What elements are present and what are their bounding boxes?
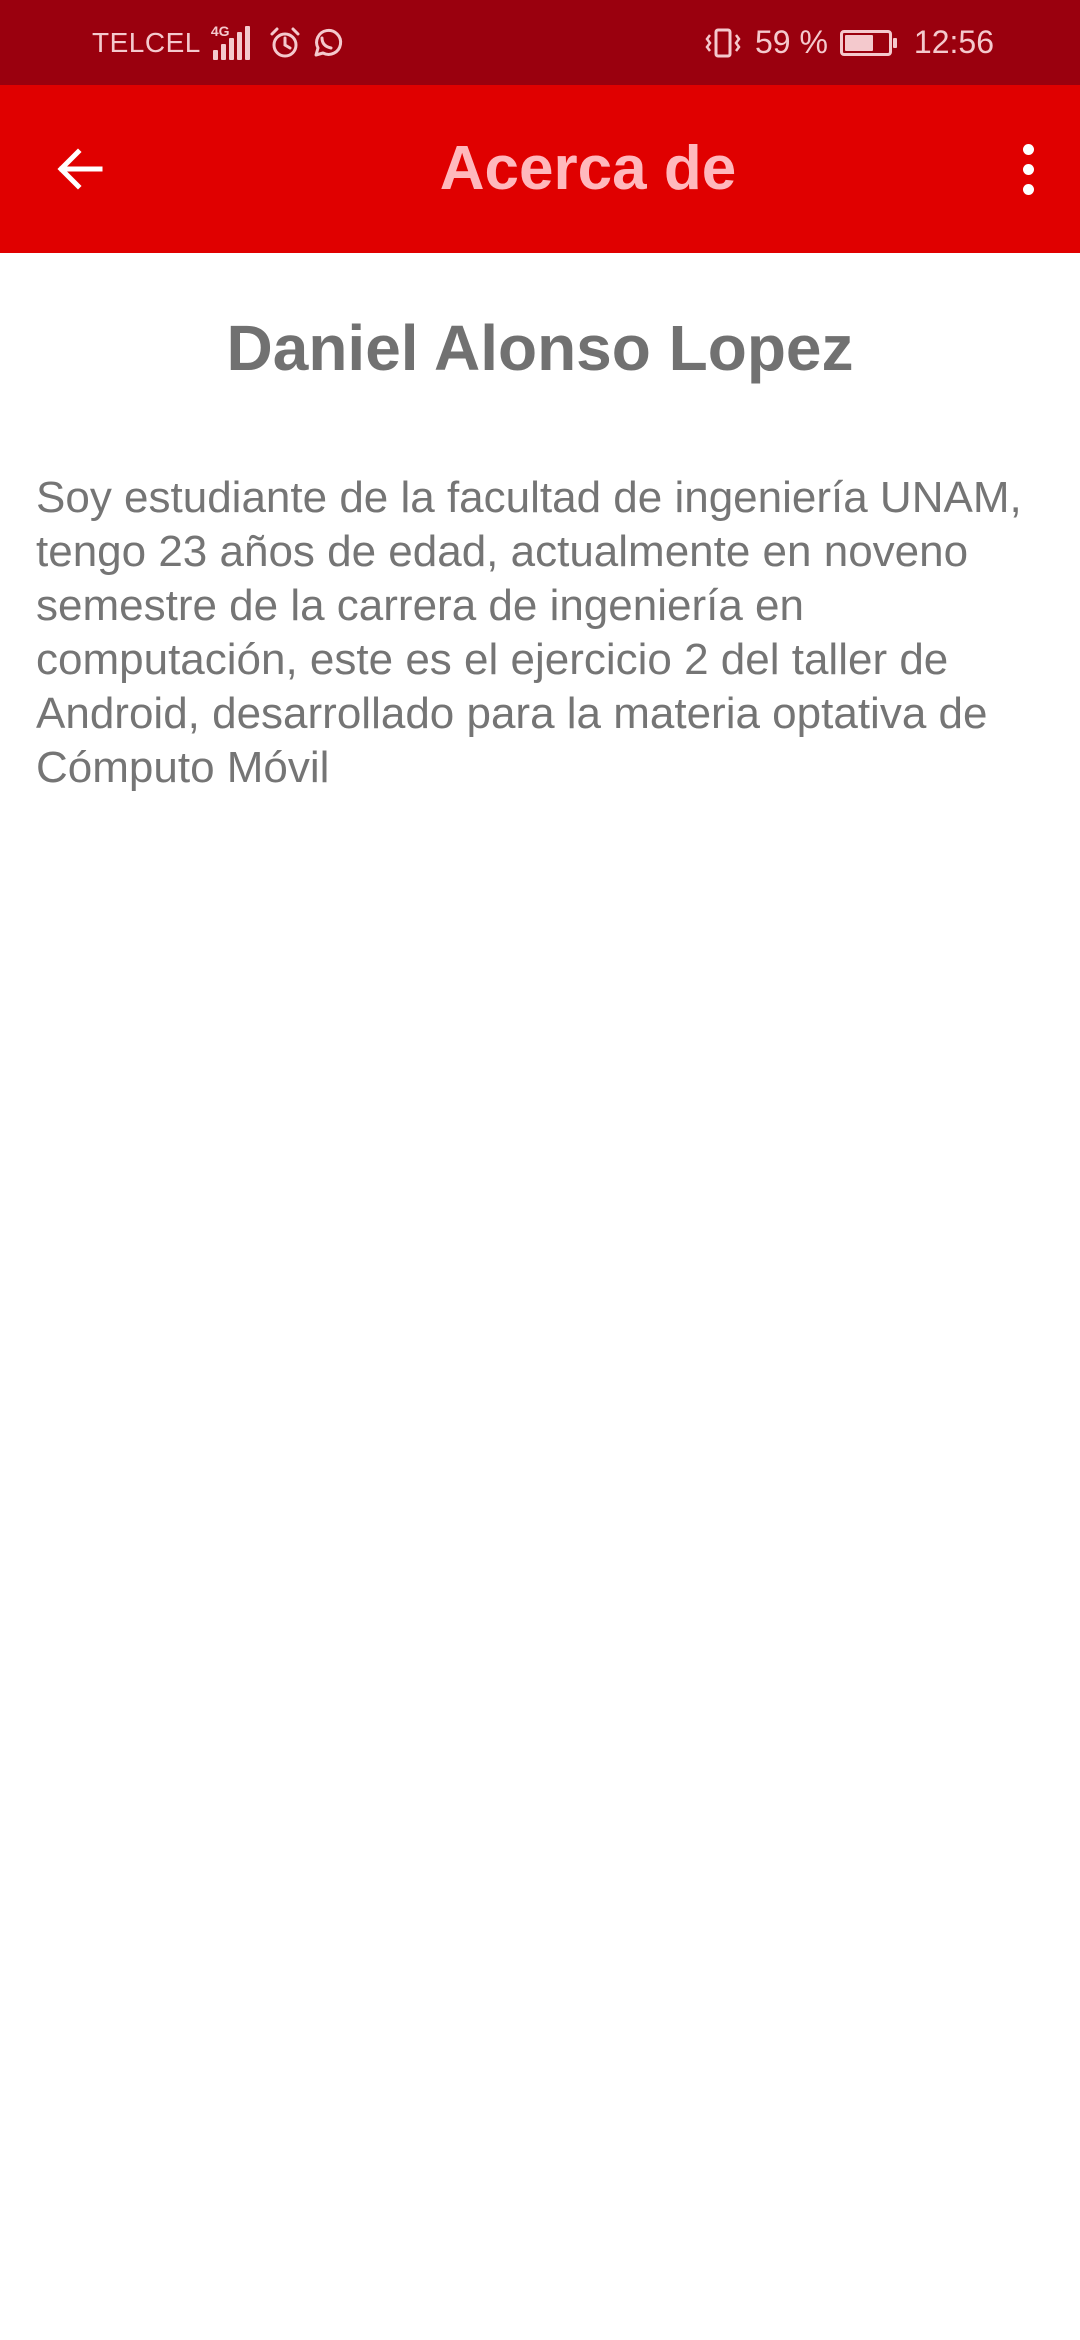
network-type: 4G bbox=[210, 22, 230, 39]
page-title-text: Acerca de bbox=[439, 134, 737, 203]
page-title: Acerca de bbox=[0, 85, 1080, 253]
alarm-icon bbox=[268, 26, 302, 60]
more-vertical-dot bbox=[1022, 183, 1034, 195]
more-vertical-dot bbox=[1022, 163, 1034, 175]
whatsapp-icon bbox=[310, 26, 344, 60]
more-vertical-icon bbox=[1022, 143, 1034, 155]
author-description: Soy estudiante de la facultad de ingenie… bbox=[36, 473, 1022, 792]
status-bar-right: 59 % 12:56 bbox=[703, 0, 994, 85]
signal-icon: 4G bbox=[210, 22, 250, 60]
carrier-name: TELCEL bbox=[92, 26, 201, 58]
clock: 12:56 bbox=[913, 24, 994, 60]
status-bar: TELCEL 4G 59 % 12:56 bbox=[0, 0, 1080, 85]
app-bar: Acerca de bbox=[0, 85, 1080, 253]
battery-percentage: 59 % bbox=[754, 24, 828, 60]
vibrate-icon bbox=[703, 26, 743, 60]
status-bar-left: TELCEL 4G bbox=[92, 0, 344, 85]
battery-icon bbox=[839, 29, 897, 56]
overflow-menu-button[interactable] bbox=[988, 129, 1068, 209]
author-name: Daniel Alonso Lopez bbox=[226, 312, 854, 384]
